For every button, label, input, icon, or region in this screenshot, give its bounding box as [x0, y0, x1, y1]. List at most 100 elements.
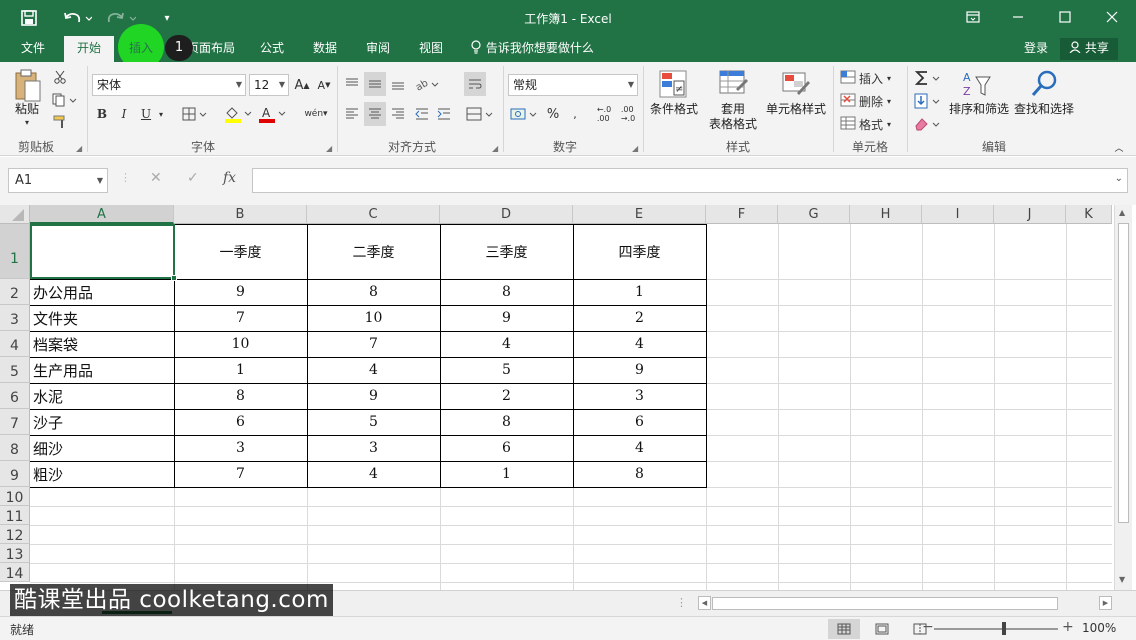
column-header-c[interactable]: C: [307, 205, 440, 224]
row-label-cell[interactable]: 沙子: [33, 412, 63, 433]
value-cell[interactable]: 4: [573, 336, 706, 352]
maximize-icon[interactable]: [1050, 6, 1080, 28]
scroll-left-icon[interactable]: ◀: [698, 596, 711, 610]
horizontal-scroll-thumb[interactable]: [712, 597, 1058, 610]
scroll-right-icon[interactable]: ▶: [1099, 596, 1112, 610]
number-format-dropdown[interactable]: 常规 ▼: [508, 74, 638, 96]
row-label-cell[interactable]: 细沙: [33, 438, 63, 459]
value-cell[interactable]: 9: [174, 284, 307, 300]
font-launcher-icon[interactable]: ◢: [326, 144, 332, 153]
row-label-cell[interactable]: 粗沙: [33, 464, 63, 485]
value-cell[interactable]: 8: [174, 388, 307, 404]
collapse-ribbon-icon[interactable]: ︿: [1112, 140, 1126, 154]
row-header-2[interactable]: 2: [0, 279, 30, 305]
value-cell[interactable]: 4: [440, 336, 573, 352]
paste-icon[interactable]: [10, 68, 44, 104]
row-label-cell[interactable]: 文件夹: [33, 308, 78, 329]
share-button[interactable]: 共享: [1060, 38, 1118, 60]
tab-data[interactable]: 数据: [305, 36, 345, 62]
tab-formulas[interactable]: 公式: [252, 36, 292, 62]
underline-dropdown-icon[interactable]: ▾: [156, 104, 166, 124]
tab-view[interactable]: 视图: [411, 36, 451, 62]
row-header-10[interactable]: 10: [0, 487, 30, 506]
header-cell[interactable]: 四季度: [573, 242, 706, 262]
header-cell[interactable]: 二季度: [307, 242, 440, 262]
row-header-5[interactable]: 5: [0, 357, 30, 383]
row-header-12[interactable]: 12: [0, 525, 30, 544]
value-cell[interactable]: 5: [307, 414, 440, 430]
comma-style-icon[interactable]: ,: [566, 104, 584, 124]
format-cells-button[interactable]: 格式 ▾: [840, 114, 900, 134]
cell-styles-label[interactable]: 单元格样式: [762, 102, 830, 117]
percent-button[interactable]: %: [544, 104, 562, 124]
select-all-corner[interactable]: [0, 205, 30, 224]
value-cell[interactable]: 10: [307, 310, 440, 326]
value-cell[interactable]: 8: [440, 414, 573, 430]
align-right-icon[interactable]: [388, 104, 408, 124]
align-center-icon[interactable]: [364, 102, 386, 126]
zoom-in-icon[interactable]: +: [1062, 619, 1074, 635]
normal-view-icon[interactable]: [828, 619, 860, 639]
paste-label[interactable]: 粘贴: [10, 102, 44, 117]
value-cell[interactable]: 9: [440, 310, 573, 326]
row-header-13[interactable]: 13: [0, 544, 30, 563]
column-header-h[interactable]: H: [850, 205, 922, 224]
selected-cell-a1[interactable]: [30, 224, 175, 279]
value-cell[interactable]: 1: [174, 362, 307, 378]
value-cell[interactable]: 1: [573, 284, 706, 300]
value-cell[interactable]: 4: [307, 362, 440, 378]
increase-decimal-icon[interactable]: ←.0.00: [594, 104, 614, 124]
row-header-1[interactable]: 1: [0, 224, 30, 279]
column-header-j[interactable]: J: [994, 205, 1066, 224]
tab-insert-overlay-label[interactable]: 插入: [118, 36, 164, 62]
row-label-cell[interactable]: 档案袋: [33, 334, 78, 355]
column-header-g[interactable]: G: [778, 205, 850, 224]
row-header-6[interactable]: 6: [0, 383, 30, 409]
alignment-launcher-icon[interactable]: ◢: [492, 144, 498, 153]
format-painter-icon[interactable]: [50, 113, 70, 131]
sort-filter-icon[interactable]: AZ: [958, 68, 996, 100]
insert-function-icon[interactable]: fx: [223, 170, 236, 186]
column-header-f[interactable]: F: [706, 205, 778, 224]
zoom-level[interactable]: 100%: [1082, 621, 1116, 635]
clear-icon[interactable]: [912, 114, 944, 134]
column-header-e[interactable]: E: [573, 205, 706, 224]
value-cell[interactable]: 9: [307, 388, 440, 404]
row-header-9[interactable]: 9: [0, 461, 30, 487]
wrap-text-icon[interactable]: [464, 72, 486, 96]
borders-icon[interactable]: [180, 104, 210, 124]
cut-icon[interactable]: [50, 68, 70, 86]
value-cell[interactable]: 6: [573, 414, 706, 430]
zoom-out-icon[interactable]: −: [922, 619, 934, 635]
fill-handle[interactable]: [171, 275, 177, 281]
value-cell[interactable]: 2: [573, 310, 706, 326]
value-cell[interactable]: 2: [440, 388, 573, 404]
grow-font-icon[interactable]: A ▲: [293, 74, 311, 96]
increase-indent-icon[interactable]: [434, 104, 454, 124]
cell-styles-icon[interactable]: [779, 68, 813, 100]
page-layout-view-icon[interactable]: [866, 619, 898, 639]
column-header-b[interactable]: B: [174, 205, 307, 224]
tell-me-box[interactable]: 告诉我你想要做什么: [470, 36, 594, 62]
column-header-a[interactable]: A: [30, 205, 174, 224]
font-name-dropdown[interactable]: 宋体 ▼: [92, 74, 246, 96]
tab-review[interactable]: 审阅: [358, 36, 398, 62]
tab-file[interactable]: 文件: [12, 36, 54, 62]
row-label-cell[interactable]: 生产用品: [33, 360, 93, 381]
align-bottom-icon[interactable]: [388, 74, 408, 94]
vertical-scrollbar[interactable]: ▲ ▼: [1114, 205, 1132, 590]
align-left-icon[interactable]: [342, 104, 362, 124]
insert-cells-button[interactable]: 插入 ▾: [840, 68, 900, 88]
zoom-slider-thumb[interactable]: [1002, 622, 1006, 635]
value-cell[interactable]: 10: [174, 336, 307, 352]
scroll-up-icon[interactable]: ▲: [1119, 208, 1125, 217]
row-header-3[interactable]: 3: [0, 305, 30, 331]
font-color-icon[interactable]: A: [256, 104, 288, 124]
fill-down-icon[interactable]: [912, 91, 944, 111]
delete-cells-button[interactable]: 删除 ▾: [840, 91, 900, 111]
copy-icon[interactable]: [50, 91, 80, 109]
login-link[interactable]: 登录: [1024, 36, 1048, 62]
row-header-14[interactable]: 14: [0, 563, 30, 582]
orientation-icon[interactable]: ab: [412, 74, 442, 94]
zoom-slider[interactable]: [934, 628, 1058, 630]
